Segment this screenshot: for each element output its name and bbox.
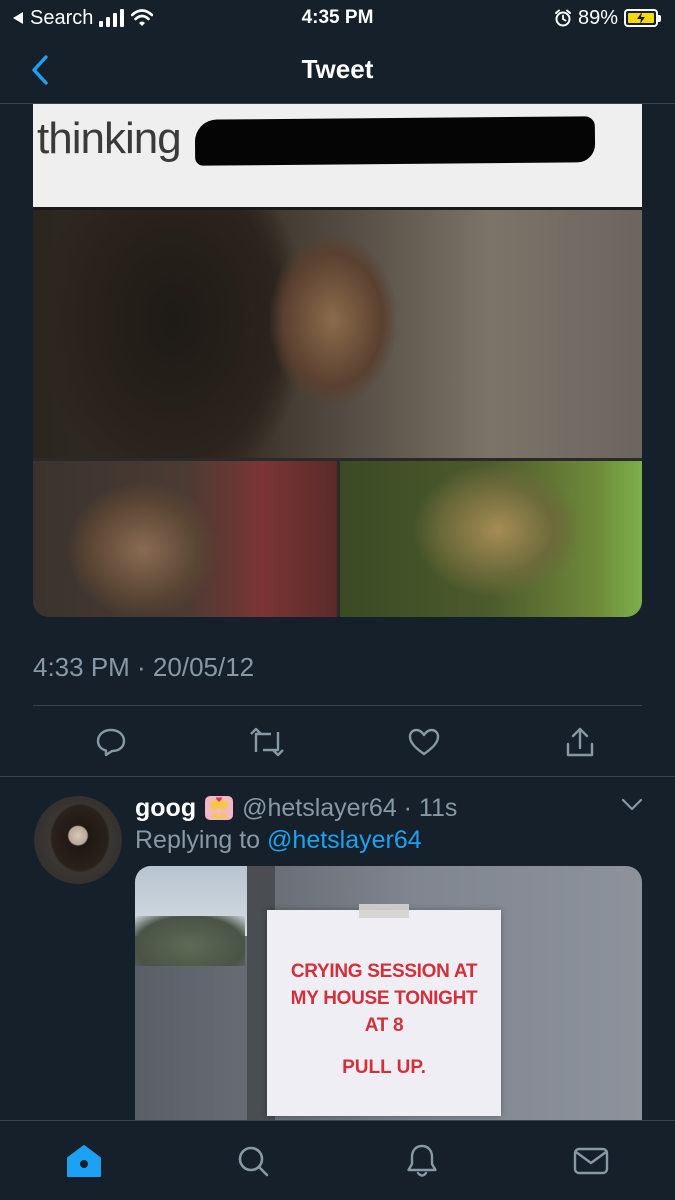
reply-icon (96, 728, 126, 757)
status-right-group: 89% (554, 7, 661, 30)
back-triangle-icon (13, 12, 23, 24)
meme-caption-text: thinking (37, 114, 182, 163)
notifications-icon (407, 1144, 437, 1177)
retweet-icon (250, 727, 285, 757)
signal-icon (99, 9, 125, 27)
share-button[interactable] (560, 722, 600, 762)
like-icon (408, 728, 439, 756)
status-bar: Search 4:35 PM 89% (0, 0, 675, 36)
redaction-scribble (194, 116, 596, 166)
meme-caption-panel: thinking (33, 104, 642, 210)
reply-handle-time: @hetslayer64 · 11s (242, 793, 458, 822)
chevron-down-icon (621, 798, 643, 811)
tab-notifications[interactable] (392, 1139, 452, 1183)
back-button[interactable] (22, 52, 58, 88)
battery-percent: 89% (577, 6, 618, 29)
wifi-icon (131, 9, 154, 26)
meme-panel-bottom-left (33, 460, 338, 617)
tweet-options-button[interactable] (621, 798, 643, 817)
replying-prefix: Replying to (135, 826, 268, 854)
sign-line: AT 8 (364, 1015, 404, 1036)
tweet-timestamp: 4:33 PM · 20/05/12 (33, 652, 255, 682)
sign-line: MY HOUSE TONIGHT (290, 988, 478, 1009)
battery-charging-icon (624, 9, 661, 27)
tab-search[interactable] (223, 1139, 283, 1183)
messages-icon (573, 1147, 608, 1175)
meme-panel-bottom-right (338, 460, 642, 617)
divider (33, 705, 642, 706)
replying-mention-link[interactable]: @hetslayer64 (267, 826, 422, 854)
avatar[interactable] (34, 796, 122, 884)
search-icon (238, 1146, 269, 1177)
divider (0, 776, 675, 777)
page-title: Tweet (301, 54, 374, 84)
tab-bar (0, 1120, 675, 1200)
tab-messages[interactable] (561, 1139, 621, 1183)
reply-header: goog @hetslayer64 · 11s (135, 790, 645, 826)
photo-trees (135, 916, 245, 966)
panel-divider (337, 460, 340, 617)
retweet-button[interactable] (247, 722, 287, 762)
reply-button[interactable] (91, 722, 131, 762)
like-button[interactable] (404, 722, 444, 762)
tweet-media-image[interactable]: thinking (33, 104, 642, 617)
nav-bar: Tweet (0, 36, 675, 104)
reply-media-image[interactable]: CRYING SESSION AT MY HOUSE TONIGHT AT 8 … (135, 866, 642, 1120)
sign-line: CRYING SESSION AT (290, 961, 478, 982)
replying-to: Replying to @hetslayer64 (135, 826, 422, 855)
chevron-left-icon (32, 55, 48, 85)
tweet-actions (33, 712, 642, 772)
tab-home[interactable] (54, 1139, 114, 1183)
kiss-emoji-icon (202, 793, 236, 823)
status-back-label: Search (30, 6, 94, 29)
sign-tape (359, 904, 409, 918)
status-back-to-search[interactable]: Search (12, 6, 154, 30)
share-icon (566, 727, 594, 757)
sign-pull-up: PULL UP. (342, 1057, 426, 1078)
reply-author-name[interactable]: goog (135, 794, 196, 823)
home-icon (67, 1145, 102, 1177)
sign-paper: CRYING SESSION AT MY HOUSE TONIGHT AT 8 … (267, 904, 501, 1116)
meme-panel-top (33, 210, 642, 460)
alarm-icon (554, 9, 571, 27)
